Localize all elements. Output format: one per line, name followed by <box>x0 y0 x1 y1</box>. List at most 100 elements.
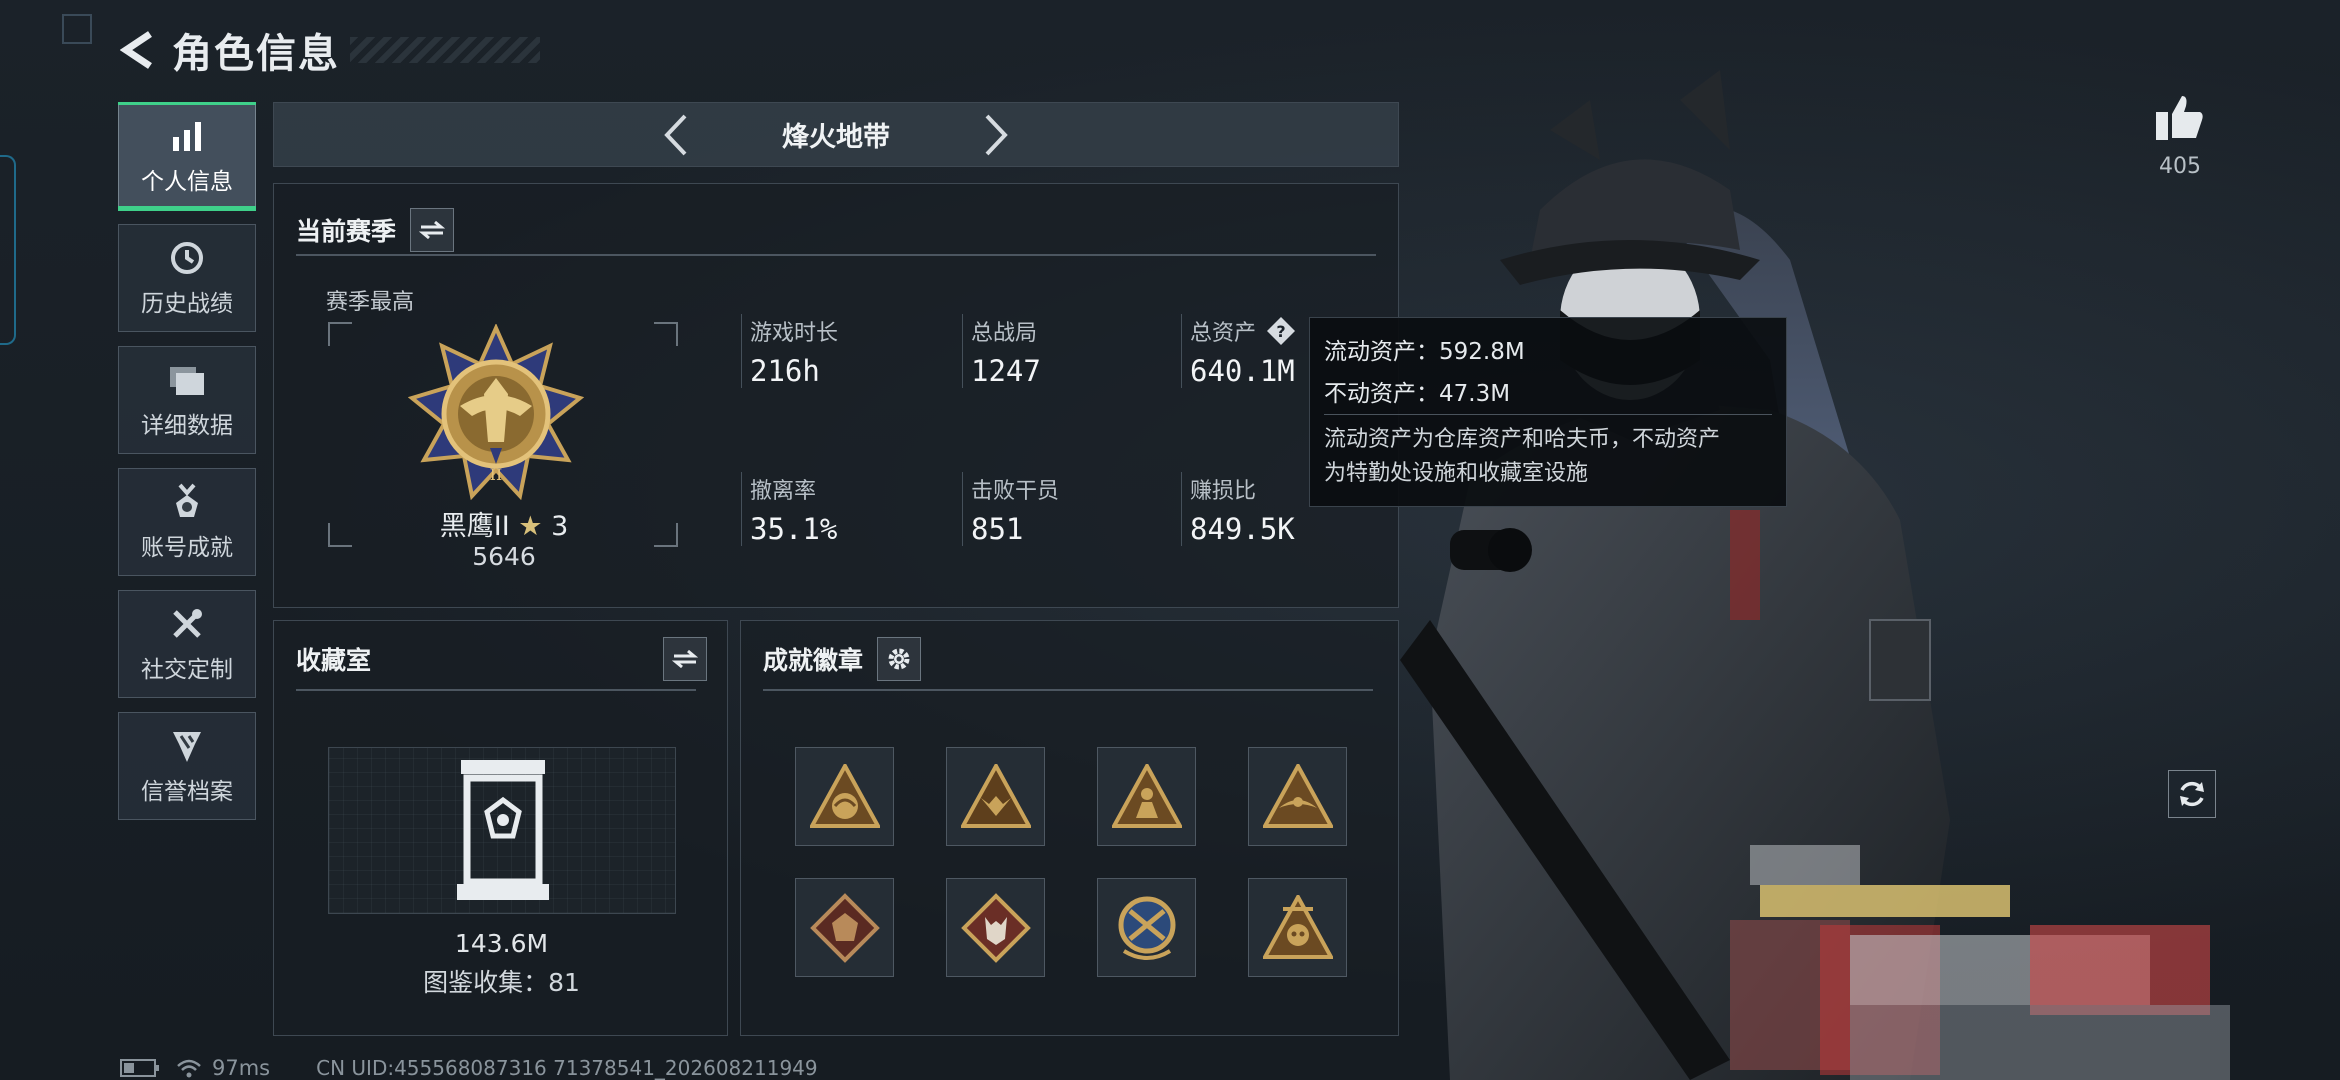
dragon-head-badge-icon <box>809 892 880 963</box>
rank-name-row: 黑鹰II ★ 3 <box>334 504 674 543</box>
season-divider <box>296 254 1376 256</box>
like-count: 405 <box>2159 154 2201 179</box>
header: 角色信息 <box>118 22 540 78</box>
collection-switch-button[interactable] <box>663 637 707 681</box>
badge-item[interactable] <box>946 878 1045 977</box>
badges-divider <box>763 689 1373 691</box>
tooltip-description-line: 为特勤处设施和收藏室设施 <box>1324 461 1589 486</box>
stat-label: 总战局 <box>971 321 1038 346</box>
bar-chart-icon <box>167 116 207 156</box>
rank-medal-icon: II <box>408 324 584 500</box>
badge-item[interactable] <box>795 747 894 846</box>
bull-badge-icon <box>960 763 1031 828</box>
swap-icon <box>419 220 446 240</box>
badges-panel: 成就徽章 <box>740 620 1399 1036</box>
sidebar-item-achievements[interactable]: 账号成就 <box>118 468 256 576</box>
collection-value: 143.6M <box>454 929 549 958</box>
stat-kills: 击败干员 851 <box>962 472 1059 546</box>
wolf-badge-icon <box>960 892 1031 963</box>
tooltip-description: 流动资产为仓库资产和哈夫币，不动资产 为特勤处设施和收藏室设施 <box>1324 423 1772 491</box>
star-icon: ★ <box>518 511 543 542</box>
collection-panel: 收藏室 143.6M 图鉴收集：81 <box>273 620 728 1036</box>
sidebar-item-label: 社交定制 <box>141 657 233 683</box>
thumbs-up-icon[interactable] <box>2154 92 2206 142</box>
tooltip-liquid-assets: 流动资产：592.8M <box>1324 339 1525 365</box>
frame-corner <box>654 322 678 346</box>
assets-tooltip: 流动资产：592.8M 不动资产：47.3M 流动资产为仓库资产和哈夫币，不动资… <box>1309 317 1787 507</box>
stat-value: 849.5K <box>1190 512 1295 546</box>
page-title: 角色信息 <box>172 31 340 77</box>
status-bar: 97ms CN UID:455568087316 71378541_202608… <box>120 1056 818 1080</box>
rank-score: 5646 <box>472 542 536 571</box>
refresh-icon <box>2180 781 2204 807</box>
stat-label: 总资产 <box>1190 321 1257 346</box>
sidebar-item-history[interactable]: 历史战绩 <box>118 224 256 332</box>
sidebar-item-details[interactable]: 详细数据 <box>118 346 256 454</box>
help-icon[interactable]: ? <box>1266 316 1296 346</box>
sidebar-item-label: 信誉档案 <box>141 779 233 805</box>
prev-map-button[interactable] <box>646 105 706 165</box>
sidebar-item-label: 详细数据 <box>141 413 233 439</box>
stat-total-assets: 总资产 ? 640.1M <box>1181 314 1296 388</box>
dragon-badge-icon <box>809 763 880 828</box>
stat-value: 216h <box>750 354 820 388</box>
stat-value: 1247 <box>971 354 1041 388</box>
sidebar-item-social[interactable]: 社交定制 <box>118 590 256 698</box>
back-arrow-icon <box>120 31 152 69</box>
chevron-left-icon <box>664 114 687 155</box>
collection-divider <box>296 689 696 691</box>
sidebar-item-personal-info[interactable]: 个人信息 <box>118 102 256 211</box>
badges-title: 成就徽章 <box>763 646 864 675</box>
tools-icon <box>167 604 207 644</box>
tooltip-fixed-assets: 不动资产：47.3M <box>1324 381 1511 407</box>
soldier-badge-icon <box>1111 763 1182 828</box>
sidebar-item-label: 历史战绩 <box>141 291 233 317</box>
season-switch-button[interactable] <box>410 208 455 252</box>
badge-item[interactable] <box>1248 878 1347 977</box>
season-panel: 当前赛季 赛季最高 II 黑鹰II ★ 3 5646 游戏时长 216h 总战局… <box>273 183 1399 608</box>
rank-stars: 3 <box>551 511 569 542</box>
stat-value: 640.1M <box>1190 354 1295 388</box>
stat-extraction-rate: 撤离率 35.1% <box>741 472 837 546</box>
collection-case[interactable] <box>328 747 676 914</box>
history-clock-icon <box>167 238 207 278</box>
corner-decoration <box>62 14 92 44</box>
like-widget: 405 <box>2145 92 2215 179</box>
credit-shield-icon <box>167 726 207 766</box>
stat-total-matches: 总战局 1247 <box>962 314 1041 388</box>
stat-label: 击败干员 <box>971 479 1060 504</box>
left-edge-handle[interactable] <box>0 155 16 345</box>
map-name: 烽火地带 <box>782 122 890 153</box>
collection-title: 收藏室 <box>296 646 372 675</box>
badge-item[interactable] <box>1248 747 1347 846</box>
badge-item[interactable] <box>795 878 894 977</box>
stat-value: 35.1% <box>750 512 838 546</box>
rotate-view-button[interactable] <box>2168 770 2216 818</box>
sidebar: 个人信息 历史战绩 详细数据 账号成就 社交定制 信誉档案 <box>118 102 256 834</box>
collection-header: 收藏室 <box>274 621 727 685</box>
skull-badge-icon <box>1262 894 1333 959</box>
crossed-guns-badge-icon <box>1118 896 1175 960</box>
badge-item[interactable] <box>1097 878 1196 977</box>
back-button[interactable] <box>118 28 158 72</box>
badge-item[interactable] <box>946 747 1045 846</box>
season-best-label: 赛季最高 <box>326 290 415 315</box>
season-title: 当前赛季 <box>296 217 397 246</box>
sidebar-item-credit[interactable]: 信誉档案 <box>118 712 256 820</box>
wings-badge-icon <box>1262 763 1333 828</box>
swap-icon <box>672 649 698 669</box>
next-map-button[interactable] <box>966 105 1026 165</box>
collection-count: 图鉴收集：81 <box>423 968 580 997</box>
folder-icon <box>167 360 207 400</box>
badges-header: 成就徽章 <box>741 621 1398 685</box>
tooltip-description-line: 流动资产为仓库资产和哈夫币，不动资产 <box>1324 427 1721 452</box>
wifi-icon <box>177 1059 201 1078</box>
stat-profit-ratio: 赚损比 849.5K <box>1181 472 1295 546</box>
stat-playtime: 游戏时长 216h <box>741 314 838 388</box>
battery-icon <box>120 1059 159 1077</box>
display-case-icon <box>457 760 549 900</box>
badge-item[interactable] <box>1097 747 1196 846</box>
stat-label: 游戏时长 <box>750 321 839 346</box>
badges-settings-button[interactable] <box>877 637 922 681</box>
ping-value: 97ms <box>212 1056 271 1080</box>
